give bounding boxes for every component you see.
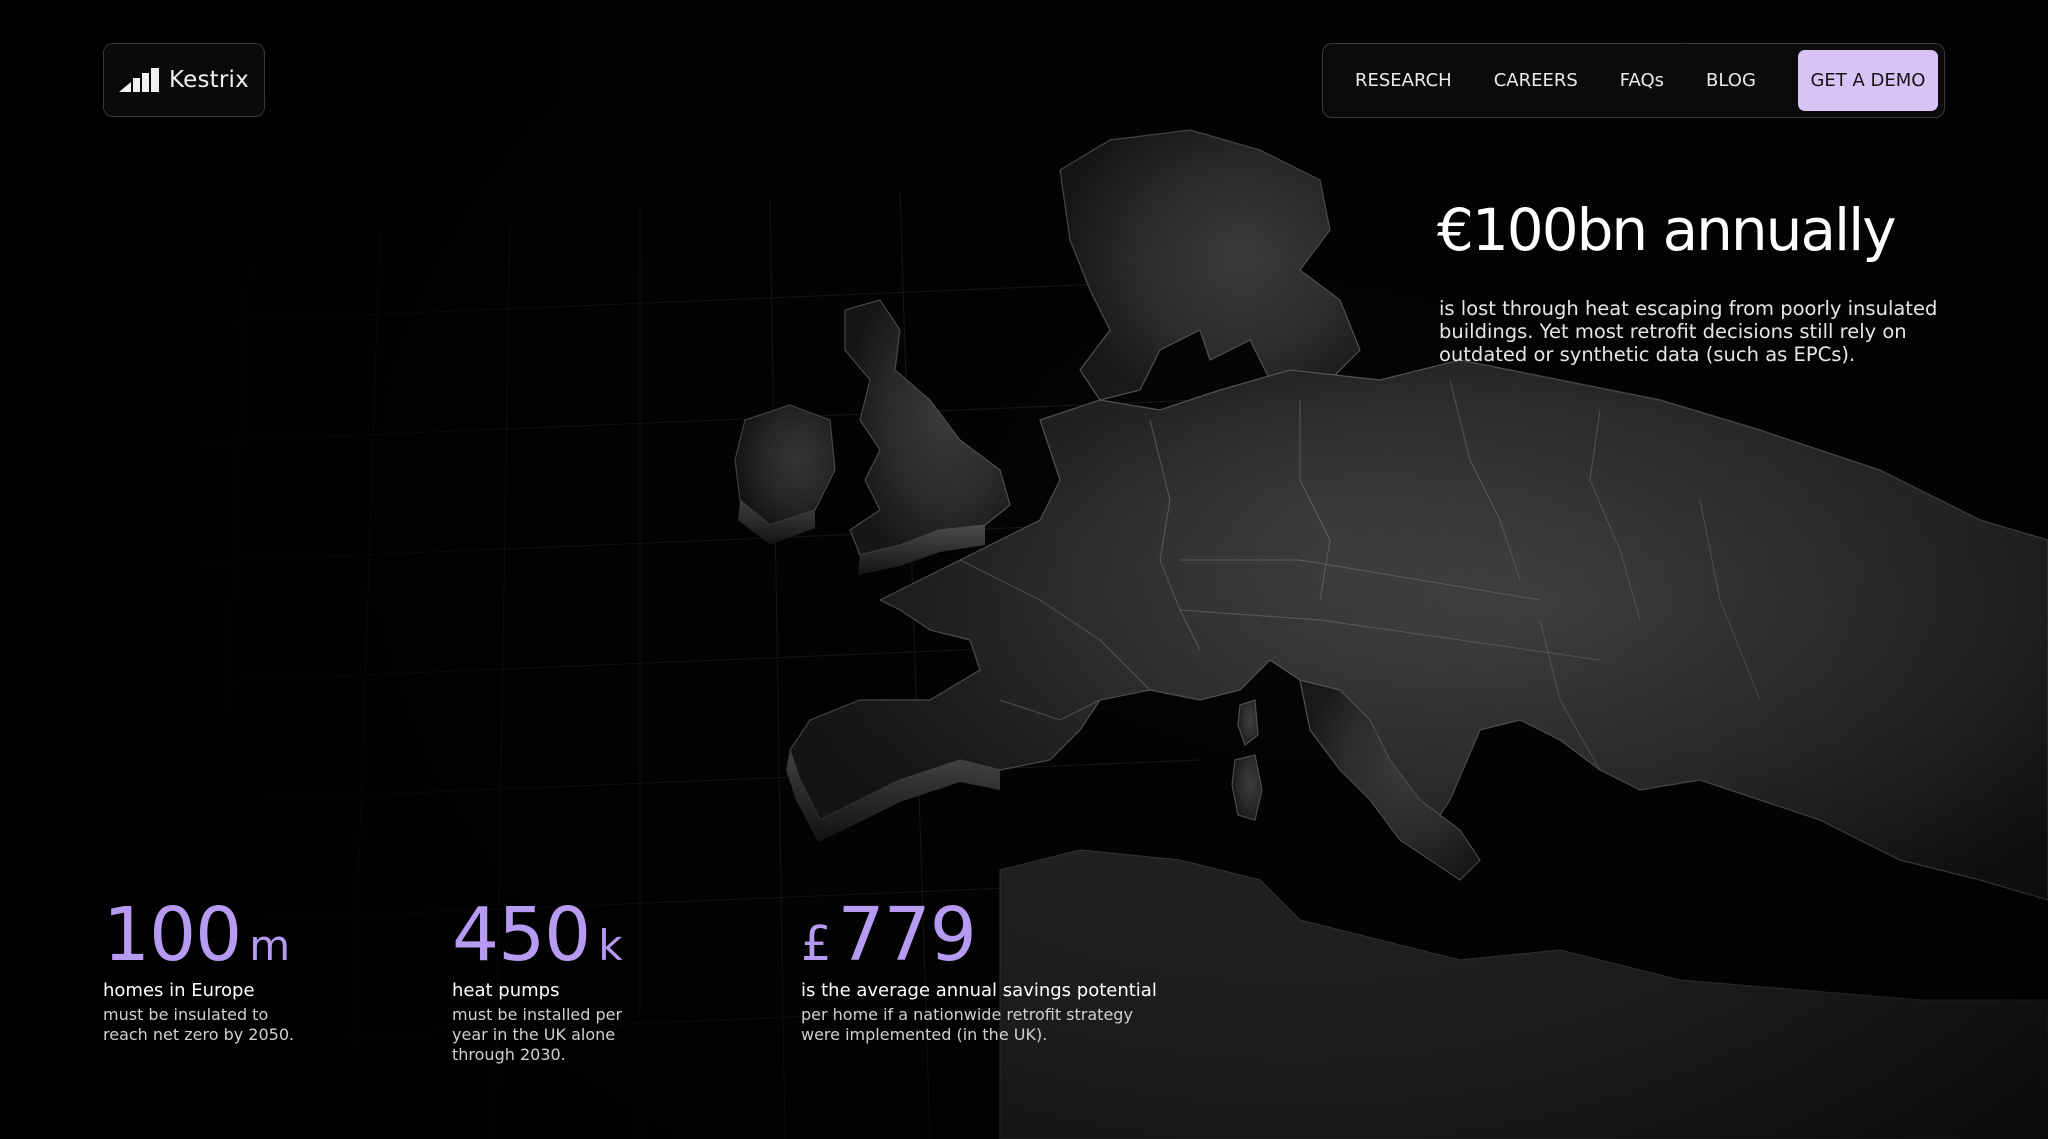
stat-title: is the average annual savings potential xyxy=(801,980,1157,1001)
nav-item-research[interactable]: RESEARCH xyxy=(1355,70,1452,91)
main-navigation: RESEARCH CAREERS FAQs BLOG GET A DEMO xyxy=(1322,43,1945,118)
stat-suffix: m xyxy=(249,921,291,970)
stat-suffix: k xyxy=(598,921,623,970)
north-africa-land xyxy=(999,849,2048,1139)
logo-home-link[interactable]: Kestrix xyxy=(103,43,265,117)
bar-chart-logo-icon xyxy=(119,68,160,92)
stat-number: 100 m xyxy=(103,895,303,975)
stat-number: 450 k xyxy=(452,895,652,975)
stat-homes: 100 m homes in Europe must be insulated … xyxy=(103,895,303,1045)
hero-headline: €100bn annually xyxy=(1437,196,1897,264)
scandinavia-land xyxy=(1059,129,1361,401)
stat-prefix: £ xyxy=(801,916,832,972)
stat-title: homes in Europe xyxy=(103,980,255,1001)
stat-description: per home if a nationwide retrofit strate… xyxy=(801,1005,1133,1044)
nav-item-faqs[interactable]: FAQs xyxy=(1620,70,1664,91)
stat-number: £ 779 xyxy=(801,895,1157,975)
stat-description: must be installed per year in the UK alo… xyxy=(452,1005,623,1064)
ireland-land xyxy=(734,404,836,526)
hero-body: is lost through heat escaping from poorl… xyxy=(1439,297,1938,366)
stat-value: 779 xyxy=(837,892,977,978)
nav-item-careers[interactable]: CAREERS xyxy=(1494,70,1578,91)
brand-name: Kestrix xyxy=(169,67,249,93)
stat-description: must be insulated to reach net zero by 2… xyxy=(103,1005,295,1044)
stat-title: heat pumps xyxy=(452,980,560,1001)
nav-item-blog[interactable]: BLOG xyxy=(1706,70,1756,91)
stat-value: 100 xyxy=(103,892,242,978)
get-a-demo-button[interactable]: GET A DEMO xyxy=(1797,50,1938,111)
stat-savings: £ 779 is the average annual savings pote… xyxy=(801,895,1157,1045)
great-britain-land xyxy=(844,299,1011,556)
sardinia-land xyxy=(1231,754,1263,821)
stat-value: 450 xyxy=(452,892,591,978)
stat-heat-pumps: 450 k heat pumps must be installed per y… xyxy=(452,895,652,1065)
